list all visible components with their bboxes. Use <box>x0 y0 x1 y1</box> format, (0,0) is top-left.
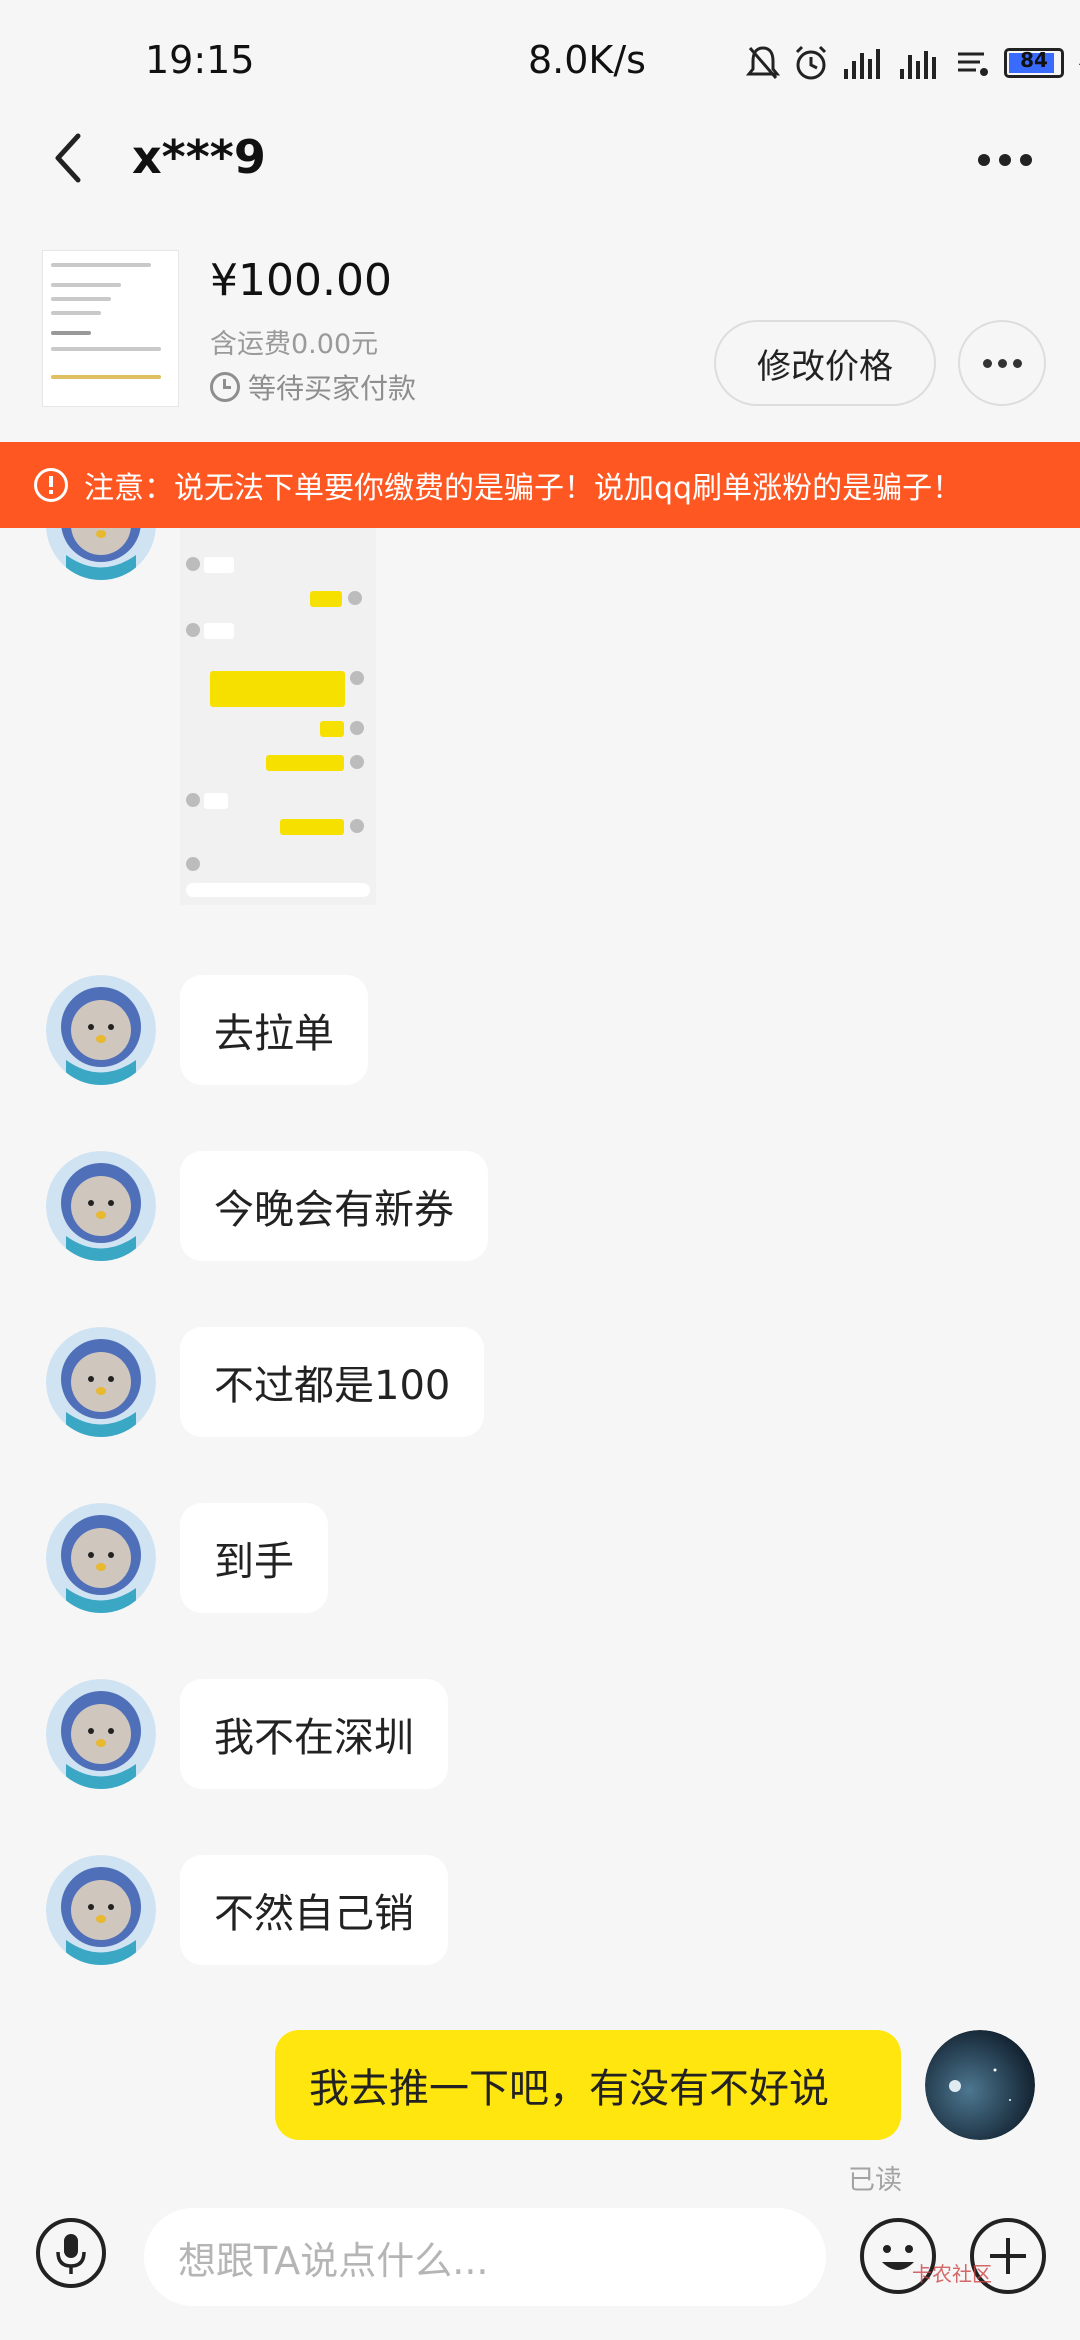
avatar[interactable] <box>46 975 156 1085</box>
charging-icon <box>1079 63 1080 65</box>
signal-icon <box>844 49 880 79</box>
more-menu-button[interactable] <box>978 140 1042 180</box>
status-icons: 84 <box>746 38 1080 88</box>
my-avatar[interactable] <box>925 2030 1035 2140</box>
back-button[interactable] <box>46 128 96 188</box>
mute-icon <box>746 46 780 79</box>
product-thumbnail[interactable] <box>42 250 179 407</box>
message-bubble[interactable]: 到手 <box>180 1503 328 1613</box>
chevron-left-icon <box>55 133 81 183</box>
shipping-fee: 含运费0.00元 <box>210 329 379 360</box>
modify-price-button[interactable]: 修改价格 <box>714 320 936 406</box>
dot-icon <box>982 358 992 368</box>
dot-icon <box>997 358 1007 368</box>
battery-level: 84 <box>1020 48 1048 72</box>
avatar[interactable] <box>46 1503 156 1613</box>
message-bubble[interactable]: 我不在深圳 <box>180 1679 448 1789</box>
message-bubble[interactable]: 不过都是100 <box>180 1327 485 1437</box>
avatar[interactable] <box>46 1679 156 1789</box>
battery-icon: 84 <box>1004 48 1064 78</box>
product-price: ¥100.00 <box>210 255 392 306</box>
signal-icon-2 <box>900 51 936 79</box>
dot-icon <box>999 154 1011 166</box>
network-speed: 8.0K/s <box>528 38 646 82</box>
status-time: 19:15 <box>145 38 255 82</box>
read-status: 已读 <box>848 2165 902 2196</box>
microphone-icon <box>56 2234 86 2274</box>
product-more-button[interactable] <box>958 320 1046 406</box>
message-bubble[interactable]: 不然自己销 <box>180 1855 448 1965</box>
message-bubble[interactable]: 去拉单 <box>180 975 368 1085</box>
chat-title: x***9 <box>132 130 266 184</box>
watermark: 卡农社区 <box>912 2262 992 2286</box>
avatar[interactable] <box>46 1855 156 1965</box>
message-bubble[interactable]: 今晚会有新券 <box>180 1151 488 1261</box>
warning-banner: 注意：说无法下单要你缴费的是骗子！说加qq刷单涨粉的是骗子！ <box>0 442 1080 528</box>
dot-icon <box>1012 358 1022 368</box>
avatar[interactable] <box>46 1327 156 1437</box>
image-message[interactable] <box>180 505 376 905</box>
wifi-icon <box>958 52 988 76</box>
dot-icon <box>1020 154 1032 166</box>
voice-button[interactable] <box>36 2218 106 2288</box>
order-status-text: 等待买家付款 <box>248 372 417 405</box>
alert-icon <box>34 468 68 502</box>
status-bar: 19:15 8.0K/s 84 <box>0 0 1080 120</box>
alarm-icon <box>795 45 827 80</box>
order-status: 等待买家付款 <box>210 367 416 407</box>
dot-icon <box>978 154 990 166</box>
message-input[interactable]: 想跟TA说点什么... <box>144 2208 826 2306</box>
avatar[interactable] <box>46 1151 156 1261</box>
my-message-bubble[interactable]: 我去推一下吧，有没有不好说 <box>275 2030 901 2140</box>
warning-text: 注意：说无法下单要你缴费的是骗子！说加qq刷单涨粉的是骗子！ <box>84 471 963 506</box>
clock-icon <box>210 372 240 402</box>
